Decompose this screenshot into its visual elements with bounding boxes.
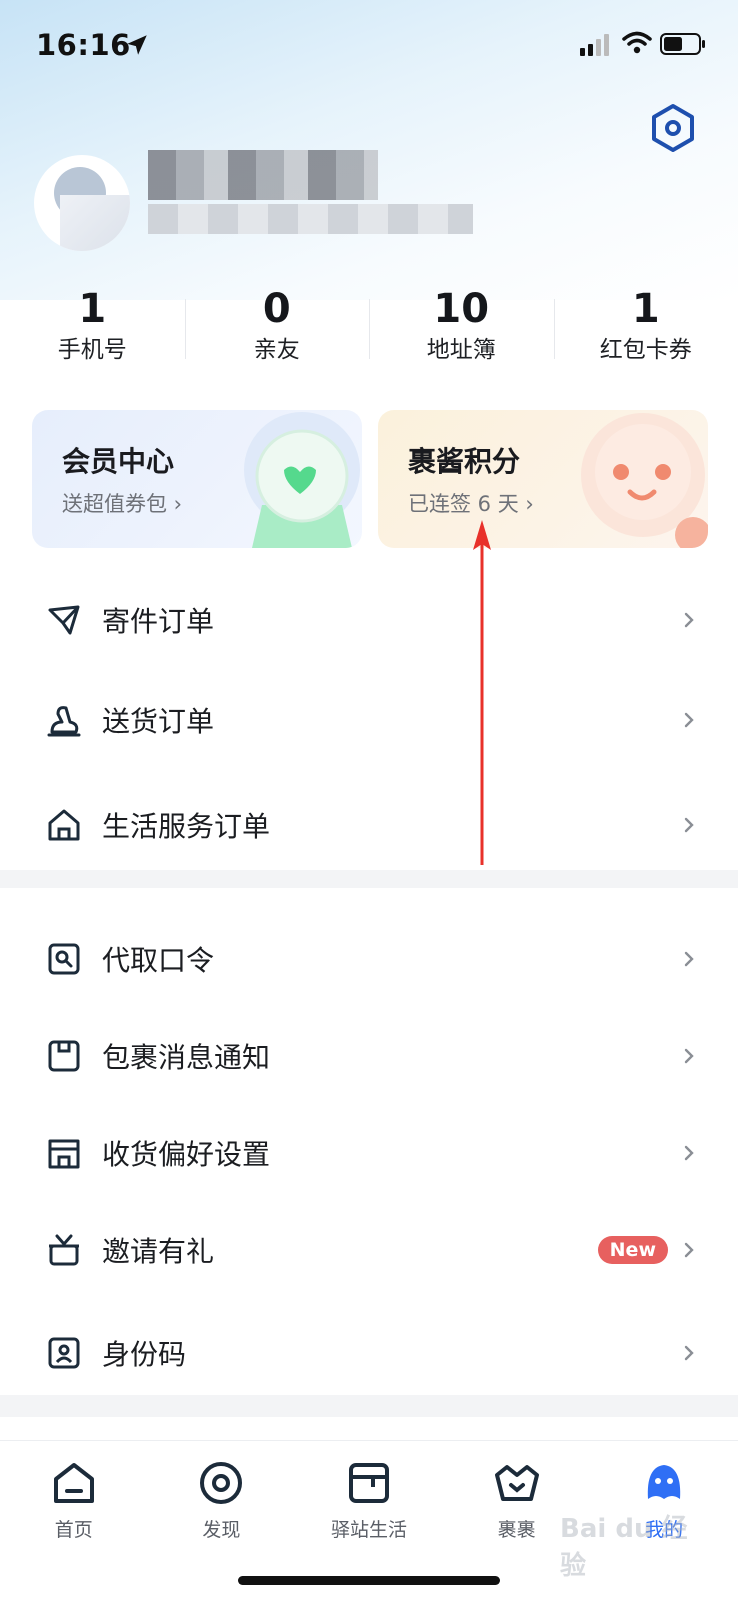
service-menu: 代取口令 包裹消息通知 收货偏好设置 邀请有礼 New 身份码	[0, 910, 738, 1408]
battery-icon	[660, 33, 705, 55]
gift-icon	[49, 1234, 79, 1265]
home-tab-icon	[53, 1463, 94, 1503]
member-center-title: 会员中心	[62, 445, 175, 478]
stat-value: 1	[78, 286, 107, 332]
user-id-blurred	[148, 204, 473, 234]
new-badge: New	[597, 1235, 668, 1264]
signal-icon	[580, 34, 609, 56]
points-subtitle: 已连签 6 天 ›	[408, 492, 534, 516]
menu-item-send-orders[interactable]: 寄件订单	[0, 570, 738, 670]
discover-icon	[200, 1462, 243, 1504]
stat-address-book[interactable]: 10 地址簿	[369, 285, 554, 375]
tab-label: 发现	[202, 1519, 241, 1541]
stat-label: 手机号	[57, 337, 127, 363]
menu-label: 包裹消息通知	[102, 1040, 271, 1074]
tab-discover[interactable]: 发现	[148, 1441, 296, 1560]
stat-label: 地址簿	[426, 337, 496, 363]
location-arrow-icon	[127, 35, 147, 55]
home-icon	[48, 809, 80, 841]
menu-label: 生活服务订单	[102, 810, 271, 843]
tab-home[interactable]: 首页	[0, 1441, 148, 1560]
menu-label: 寄件订单	[102, 605, 215, 638]
settings-icon[interactable]	[648, 103, 698, 153]
profile-icon	[647, 1465, 681, 1499]
stats-row: 1 手机号 0 亲友 10 地址簿 1 红包卡券	[0, 285, 738, 375]
menu-label: 送货订单	[102, 705, 215, 738]
status-bar: 16:16	[0, 0, 738, 90]
stat-phone[interactable]: 1 手机号	[0, 285, 185, 375]
member-badge-icon	[244, 412, 360, 548]
menu-label: 身份码	[102, 1338, 187, 1371]
chevron-right-icon	[684, 1145, 694, 1160]
member-center-card[interactable]: 会员中心 送超值券包 ›	[32, 410, 362, 548]
pickup-code-icon	[48, 943, 80, 974]
guoguo-icon	[494, 1465, 539, 1501]
stat-value: 0	[262, 286, 291, 332]
send-icon	[48, 605, 80, 635]
menu-item-invite-rewards[interactable]: 邀请有礼 New	[0, 1201, 738, 1298]
avatar[interactable]	[34, 155, 130, 251]
watermark: Bai du 经验	[560, 1514, 688, 1581]
mascot-face-icon	[581, 413, 708, 548]
chevron-right-icon	[684, 817, 694, 833]
chevron-right-icon	[684, 1345, 694, 1361]
menu-item-delivery-orders[interactable]: 送货订单	[0, 670, 738, 770]
stat-coupons[interactable]: 1 红包卡券	[553, 285, 738, 375]
tab-label: 驿站生活	[330, 1519, 407, 1541]
store-icon	[48, 1139, 80, 1168]
id-code-icon	[48, 1337, 80, 1369]
annotation-arrow-icon	[473, 520, 491, 865]
stat-label: 红包卡券	[599, 337, 692, 363]
chevron-right-icon	[684, 712, 694, 728]
user-name-blurred	[148, 150, 378, 200]
points-title: 裹酱积分	[408, 445, 521, 478]
menu-item-pickup-code[interactable]: 代取口令	[0, 910, 738, 1007]
member-center-subtitle: 送超值券包 ›	[62, 492, 183, 516]
menu-item-life-service-orders[interactable]: 生活服务订单	[0, 770, 738, 880]
chevron-right-icon	[684, 1048, 694, 1063]
menu-item-id-code[interactable]: 身份码	[0, 1298, 738, 1408]
notification-icon	[48, 1040, 80, 1071]
delivery-icon	[47, 706, 81, 737]
chevron-right-icon	[684, 1242, 694, 1257]
chevron-right-icon	[684, 612, 694, 628]
stat-family[interactable]: 0 亲友	[184, 285, 370, 375]
section-divider	[0, 1395, 738, 1417]
menu-item-package-notifications[interactable]: 包裹消息通知	[0, 1007, 738, 1104]
stat-label: 亲友	[253, 337, 300, 363]
menu-label: 邀请有礼	[102, 1234, 215, 1268]
wifi-icon	[622, 31, 652, 54]
order-menu: 寄件订单 送货订单 生活服务订单	[0, 570, 738, 880]
stat-value: 1	[631, 286, 660, 332]
home-indicator	[238, 1576, 500, 1585]
tab-label: 首页	[54, 1519, 93, 1541]
menu-label: 代取口令	[102, 943, 215, 977]
menu-item-delivery-preferences[interactable]: 收货偏好设置	[0, 1104, 738, 1201]
station-icon	[348, 1463, 389, 1503]
points-card[interactable]: 裹酱积分 已连签 6 天 ›	[378, 410, 708, 548]
stat-value: 10	[433, 286, 490, 332]
status-time: 16:16	[36, 28, 131, 62]
chevron-right-icon	[684, 951, 694, 966]
tab-station-life[interactable]: 驿站生活	[295, 1441, 443, 1560]
section-divider	[0, 870, 738, 888]
menu-label: 收货偏好设置	[102, 1137, 271, 1171]
